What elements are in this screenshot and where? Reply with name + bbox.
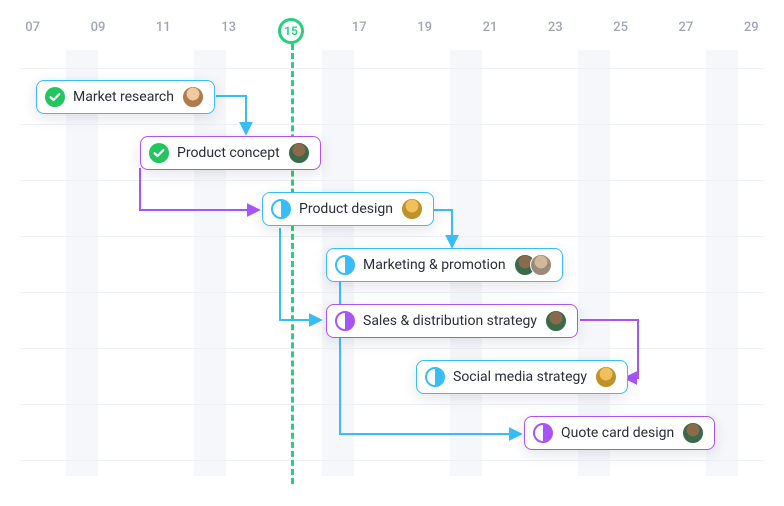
task-label: Social media strategy [453,369,587,385]
task-card[interactable]: Product design [262,192,434,226]
task-avatars [182,86,204,108]
timeline-header: 07 09 11 13 15 17 19 21 23 25 27 29 [0,20,784,44]
today-indicator-badge: 15 [278,18,304,44]
timeline-tick: 17 [327,20,392,44]
half-circle-icon [335,255,355,275]
task-label: Quote card design [561,425,674,441]
task-avatars [595,366,617,388]
gantt-chart: 07 09 11 13 15 17 19 21 23 25 27 29 15 [0,0,784,506]
today-label: 15 [284,24,298,38]
check-circle-icon [45,87,65,107]
half-circle-icon [271,199,291,219]
task-card[interactable]: Product concept [140,136,321,170]
task-card[interactable]: Sales & distribution strategy [326,304,578,338]
avatar [682,422,704,444]
avatar [401,198,423,220]
half-circle-icon [425,367,445,387]
today-indicator-line [291,44,294,484]
half-circle-icon [335,311,355,331]
avatar [530,254,552,276]
task-avatars [288,142,310,164]
timeline-tick: 09 [65,20,130,44]
check-circle-icon [149,143,169,163]
timeline-tick: 19 [392,20,457,44]
task-card[interactable]: Market research [36,80,215,114]
timeline-tick: 25 [588,20,653,44]
timeline-tick: 23 [523,20,588,44]
task-label: Product concept [177,145,280,161]
task-avatars [401,198,423,220]
task-card[interactable]: Social media strategy [416,360,628,394]
half-circle-icon [533,423,553,443]
timeline-tick: 13 [196,20,261,44]
task-label: Market research [73,89,174,105]
timeline-tick: 21 [457,20,522,44]
task-label: Sales & distribution strategy [363,313,537,329]
task-card[interactable]: Quote card design [524,416,715,450]
avatar [182,86,204,108]
task-card[interactable]: Marketing & promotion [326,248,563,282]
avatar [595,366,617,388]
task-avatars [682,422,704,444]
timeline-tick: 07 [0,20,65,44]
task-label: Product design [299,201,393,217]
task-avatars [545,310,567,332]
task-avatars [514,254,552,276]
task-label: Marketing & promotion [363,257,506,273]
timeline-tick: 27 [653,20,718,44]
avatar [545,310,567,332]
avatar [288,142,310,164]
timeline-tick: 11 [131,20,196,44]
timeline-tick: 29 [719,20,784,44]
